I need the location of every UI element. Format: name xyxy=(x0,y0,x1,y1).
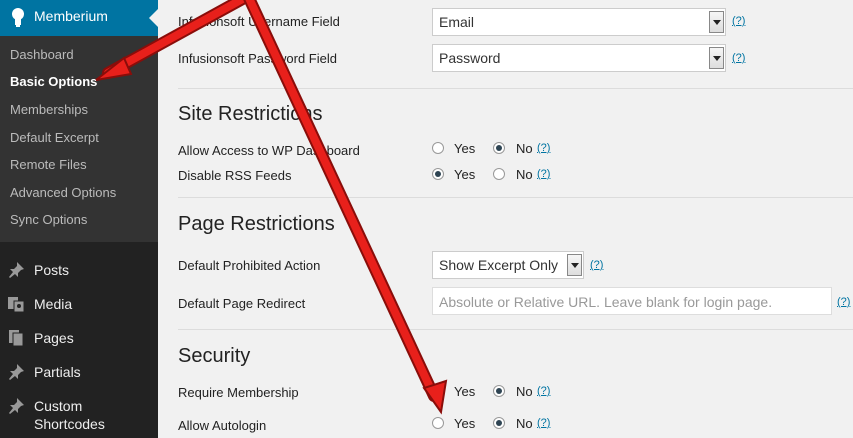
sidebar-item-label: Partials xyxy=(34,364,81,380)
help-link[interactable]: (?) xyxy=(537,168,550,180)
section-title-site-restrictions: Site Restrictions xyxy=(178,103,323,125)
radio-label-yes: Yes xyxy=(454,384,476,399)
allow-autologin-label: Allow Autologin xyxy=(178,418,267,433)
username-field-label: Infusionsoft Username Field xyxy=(178,14,340,29)
pin-icon xyxy=(9,398,24,414)
submenu-advanced-options[interactable]: Advanced Options xyxy=(10,185,116,200)
disable-rss-no-radio[interactable] xyxy=(493,168,505,180)
admin-sidebar: Memberium Dashboard Basic Options Member… xyxy=(0,0,158,438)
password-field-select[interactable]: Password xyxy=(432,44,726,72)
divider xyxy=(178,197,853,198)
help-link[interactable]: (?) xyxy=(537,385,550,397)
sidebar-item-label: Custom Shortcodes xyxy=(34,398,105,432)
radio-label-no: No xyxy=(516,141,533,156)
sidebar-item-label: Memberium xyxy=(34,8,108,24)
submenu-basic-options[interactable]: Basic Options xyxy=(10,74,97,89)
allow-dashboard-label: Allow Access to WP Dashboard xyxy=(178,143,360,158)
section-title-page-restrictions: Page Restrictions xyxy=(178,213,335,235)
radio-label-yes: Yes xyxy=(454,416,476,431)
sidebar-item-label: Posts xyxy=(34,262,70,278)
radio-label-no: No xyxy=(516,384,533,399)
page-redirect-label: Default Page Redirect xyxy=(178,296,306,311)
require-membership-yes-radio[interactable] xyxy=(432,385,444,397)
help-link[interactable]: (?) xyxy=(590,259,603,271)
allow-dashboard-yes-radio[interactable] xyxy=(432,142,444,154)
select-value: Password xyxy=(439,50,501,66)
active-indicator xyxy=(149,9,158,27)
pages-icon xyxy=(9,330,24,347)
help-link[interactable]: (?) xyxy=(837,296,850,308)
submenu-default-excerpt[interactable]: Default Excerpt xyxy=(10,130,99,145)
disable-rss-label: Disable RSS Feeds xyxy=(178,168,292,183)
help-link[interactable]: (?) xyxy=(732,52,745,64)
help-link[interactable]: (?) xyxy=(732,15,745,27)
allow-autologin-no-radio[interactable] xyxy=(493,417,505,429)
divider xyxy=(178,88,853,89)
radio-label-no: No xyxy=(516,167,533,182)
require-membership-no-radio[interactable] xyxy=(493,385,505,397)
submenu-memberships[interactable]: Memberships xyxy=(10,102,88,117)
disable-rss-yes-radio[interactable] xyxy=(432,168,444,180)
password-field-label: Infusionsoft Password Field xyxy=(178,51,337,66)
sidebar-item-memberium[interactable]: Memberium xyxy=(0,0,158,36)
select-value: Show Excerpt Only xyxy=(439,257,559,273)
chevron-down-icon xyxy=(567,254,582,276)
page-redirect-input[interactable]: Absolute or Relative URL. Leave blank fo… xyxy=(432,287,832,315)
select-value: Email xyxy=(439,14,475,30)
radio-label-yes: Yes xyxy=(454,141,476,156)
submenu-remote-files[interactable]: Remote Files xyxy=(10,157,87,172)
memberium-submenu: Dashboard Basic Options Memberships Defa… xyxy=(0,36,158,242)
chevron-down-icon xyxy=(709,11,724,33)
allow-autologin-yes-radio[interactable] xyxy=(432,417,444,429)
prohibited-action-select[interactable]: Show Excerpt Only xyxy=(432,251,584,279)
section-title-security: Security xyxy=(178,345,251,367)
prohibited-action-label: Default Prohibited Action xyxy=(178,258,321,273)
username-field-select[interactable]: Email xyxy=(432,8,726,36)
lightbulb-icon xyxy=(12,8,24,27)
pin-icon xyxy=(9,364,24,380)
submenu-dashboard[interactable]: Dashboard xyxy=(10,47,74,62)
sidebar-item-label: Pages xyxy=(34,330,74,346)
radio-label-no: No xyxy=(516,416,533,431)
help-link[interactable]: (?) xyxy=(537,417,550,429)
help-link[interactable]: (?) xyxy=(537,142,550,154)
input-placeholder: Absolute or Relative URL. Leave blank fo… xyxy=(439,294,773,310)
media-icon xyxy=(8,297,25,313)
submenu-sync-options[interactable]: Sync Options xyxy=(10,212,87,227)
require-membership-label: Require Membership xyxy=(178,385,299,400)
options-form: Infusionsoft Username Field Email (?) In… xyxy=(158,0,853,438)
radio-label-yes: Yes xyxy=(454,167,476,182)
chevron-down-icon xyxy=(709,47,724,69)
allow-dashboard-no-radio[interactable] xyxy=(493,142,505,154)
pin-icon xyxy=(9,262,24,278)
divider xyxy=(178,329,853,330)
sidebar-item-label: Media xyxy=(34,296,73,312)
